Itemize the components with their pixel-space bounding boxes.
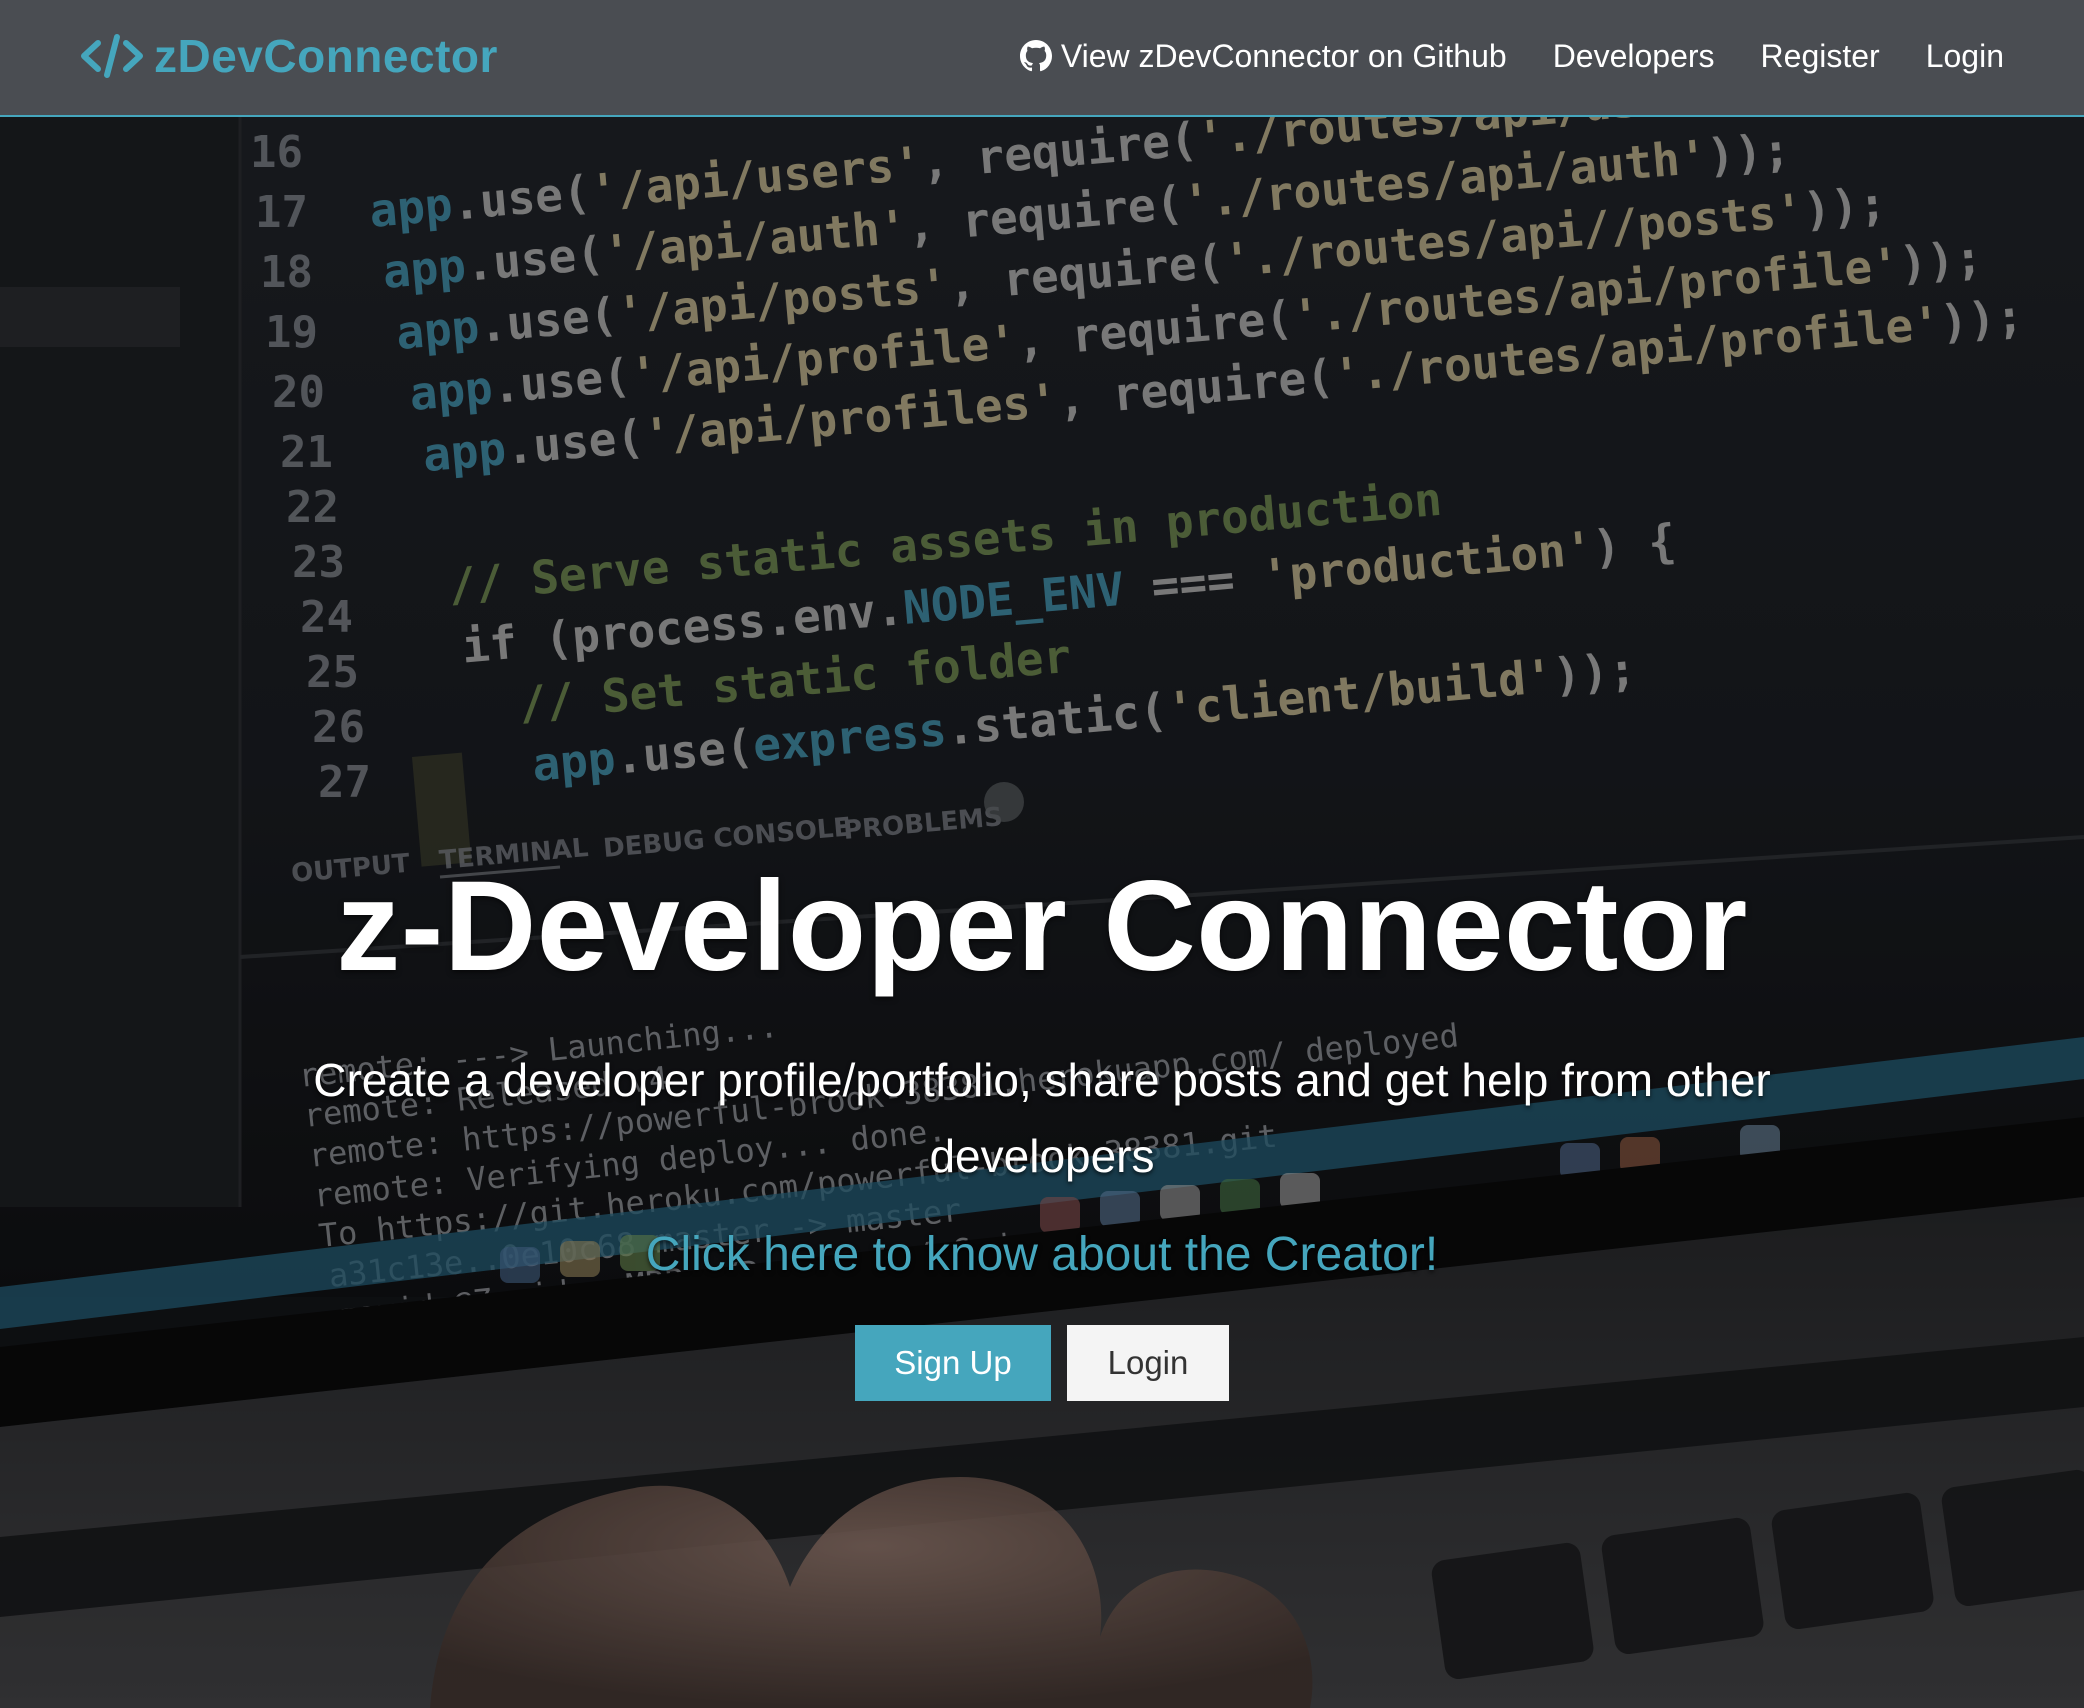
nav-github-label: View zDevConnector on Github <box>1060 37 1507 74</box>
brand-name: zDevConnector <box>154 30 498 82</box>
nav-login-link[interactable]: Login <box>1926 38 2004 75</box>
github-icon <box>1019 40 1052 72</box>
nav-links: View zDevConnector on Github Developers … <box>1019 28 2004 84</box>
nav-register-label: Register <box>1760 37 1880 74</box>
nav-register-link[interactable]: Register <box>1761 38 1880 75</box>
nav-login-label: Login <box>1925 37 2004 74</box>
login-button[interactable]: Login <box>1067 1325 1229 1401</box>
landing-content: z-Developer Connector Create a developer… <box>0 117 2084 1708</box>
brand-link[interactable]: zDevConnector <box>80 24 498 88</box>
hero-title: z-Developer Connector <box>336 855 1748 998</box>
nav-developers-link[interactable]: Developers <box>1553 38 1715 75</box>
hero-lead: Create a developer profile/portfolio, sh… <box>313 1054 1771 1182</box>
nav-developers-label: Developers <box>1552 37 1715 74</box>
code-icon <box>81 34 143 78</box>
hero-buttons: Sign Up Login <box>0 1325 2084 1401</box>
signup-button[interactable]: Sign Up <box>855 1325 1051 1401</box>
creator-link[interactable]: Click here to know about the Creator! <box>0 1227 2084 1282</box>
navbar: zDevConnector View zDevConnector on Gith… <box>0 0 2084 117</box>
nav-github-link[interactable]: View zDevConnector on Github <box>1019 37 1507 75</box>
landing-hero: 16 17 18 19 20 21 22 23 24 25 26 27 app.… <box>0 117 2084 1708</box>
